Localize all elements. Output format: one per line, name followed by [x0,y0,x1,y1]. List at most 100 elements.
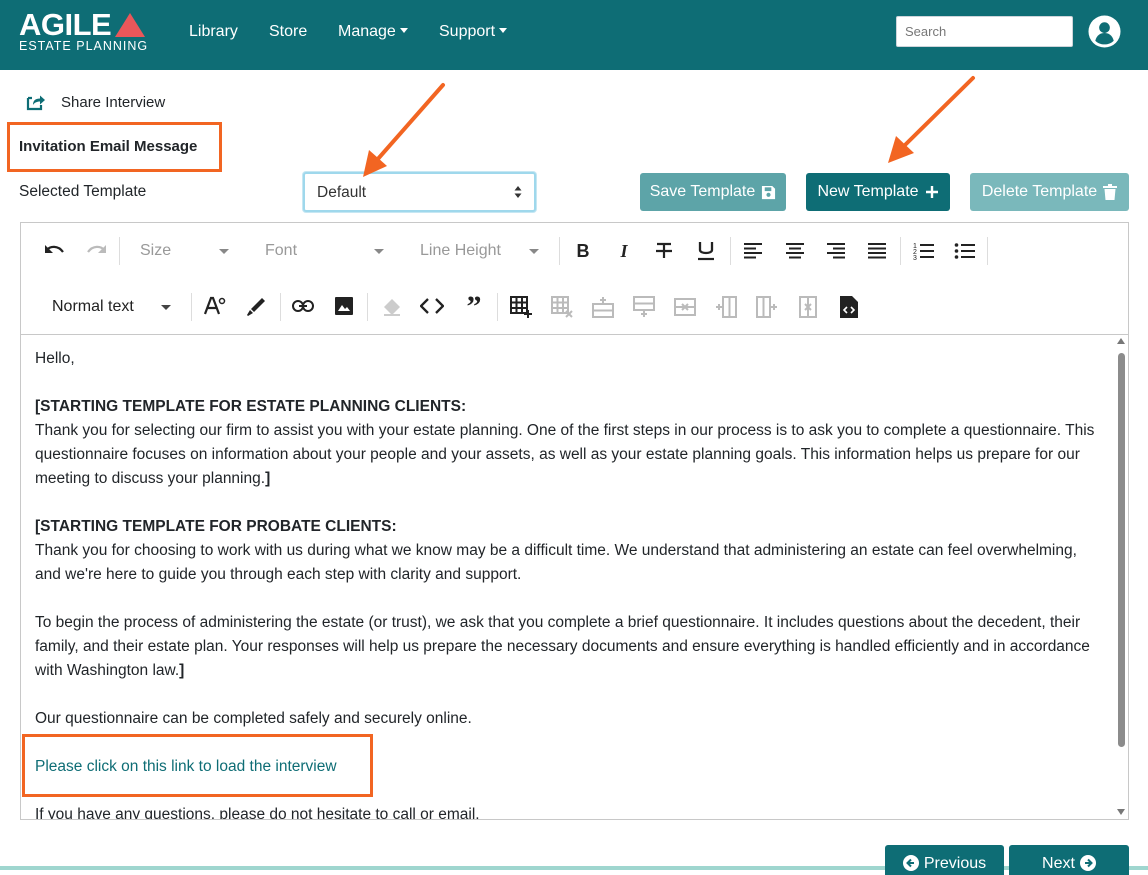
delete-template-button[interactable]: Delete Template [970,173,1129,211]
nav-manage-label: Manage [338,23,396,40]
toolbar-divider [987,237,988,265]
italic-icon[interactable]: I [616,239,632,263]
align-left-icon[interactable] [743,242,763,260]
align-center-icon[interactable] [785,242,805,260]
chevron-down-icon [161,305,171,310]
strikethrough-icon[interactable] [654,241,674,261]
brand-name: AGILE [19,7,112,42]
search-input[interactable] [896,16,1073,47]
save-icon [762,185,776,199]
svg-text:3: 3 [913,255,917,261]
template-select-value: Default [317,184,367,201]
highlight-icon[interactable] [245,296,267,318]
trash-icon [1103,184,1118,200]
insert-column-right-icon [756,296,777,318]
editor-toolbar: Size Font Line Height B I 1 2 3 Normal t… [21,223,1128,335]
scroll-down-icon[interactable] [1117,809,1125,815]
selected-template-label: Selected Template [19,183,147,200]
size-select[interactable]: Size [140,242,171,260]
source-code-icon[interactable] [839,295,859,319]
insert-row-above-icon [592,297,614,318]
toolbar-divider [559,237,560,265]
toolbar-divider [900,237,901,265]
link-icon[interactable] [292,299,314,313]
toolbar-divider [191,293,192,321]
undo-icon[interactable] [43,241,67,261]
bold-icon[interactable]: B [575,239,591,263]
redo-icon [87,245,106,253]
toolbar-divider [497,293,498,321]
save-template-label: Save Template [649,183,756,200]
quote-icon[interactable]: ” [463,290,485,323]
align-justify-icon[interactable] [867,242,887,260]
secure-line: Our questionnaire can be completed safel… [35,710,472,727]
probate-body-2: To begin the process of administering th… [35,614,1090,679]
delete-column-icon [799,296,817,318]
delete-table-icon [551,296,573,318]
probate-heading: [STARTING TEMPLATE FOR PROBATE CLIENTS: [35,518,397,535]
chevron-down-icon [499,27,508,33]
estate-body: Thank you for selecting our firm to assi… [35,422,1095,487]
highlight-box [22,734,373,797]
brand-logo[interactable]: AGILE ESTATE PLANNING [19,9,154,57]
template-select[interactable]: Default [303,172,536,212]
annotation-arrow-icon [888,76,975,163]
chevron-down-icon [399,27,408,33]
previous-button[interactable]: Previous [885,845,1004,875]
next-label: Next [1042,855,1075,872]
questions-line: If you have any questions, please do not… [35,806,480,819]
nav-support-label: Support [439,23,496,40]
toolbar-divider [367,293,368,321]
plus-icon [925,186,938,198]
delete-row-icon [674,298,696,316]
font-color-icon[interactable] [204,296,226,316]
select-arrows-icon [514,186,522,198]
scroll-up-icon[interactable] [1117,338,1125,344]
table-icon[interactable] [510,296,532,318]
scrollbar-thumb[interactable] [1118,353,1125,747]
nav-support[interactable]: Support [439,22,508,42]
bracket-close: ] [179,662,185,679]
arrow-right-circle-icon [1079,855,1096,871]
image-icon[interactable] [335,297,353,315]
align-right-icon[interactable] [826,242,846,260]
code-icon[interactable] [420,297,444,315]
ordered-list-icon[interactable]: 1 2 3 [913,241,935,261]
save-template-button[interactable]: Save Template [640,173,786,211]
previous-label: Previous [923,855,987,872]
nav-manage[interactable]: Manage [338,22,408,42]
estate-heading: [STARTING TEMPLATE FOR ESTATE PLANNING C… [35,398,467,415]
line-height-select[interactable]: Line Height [420,242,501,260]
arrow-left-circle-icon [902,855,919,871]
brand-subtitle: ESTATE PLANNING [19,39,149,53]
new-template-button[interactable]: New Template [806,173,950,211]
share-icon [26,95,45,111]
toolbar-divider [119,237,120,265]
font-select[interactable]: Font [265,242,297,260]
nav-library[interactable]: Library [189,22,238,42]
toolbar-divider [280,293,281,321]
underline-icon[interactable] [696,240,716,262]
rich-text-editor: Size Font Line Height B I 1 2 3 Normal t… [20,222,1129,820]
avatar-icon[interactable] [1088,15,1121,48]
logo-triangle-icon [115,13,145,37]
block-format-select[interactable]: Normal text [52,298,134,316]
unordered-list-icon[interactable] [954,241,976,261]
chevron-down-icon [529,249,539,254]
chevron-down-icon [219,249,229,254]
section-title: Invitation Email Message [19,138,198,155]
eraser-icon [384,299,400,316]
next-button[interactable]: Next [1009,845,1129,875]
toolbar-divider [730,237,731,265]
chevron-down-icon [374,249,384,254]
insert-row-below-icon [633,296,655,317]
editor-scrollbar[interactable] [1115,335,1128,819]
nav-store[interactable]: Store [269,22,307,42]
share-interview-label: Share Interview [61,93,166,111]
insert-column-left-icon [716,296,737,318]
bracket-close: ] [265,470,271,487]
delete-template-label: Delete Template [981,183,1098,200]
share-interview[interactable]: Share Interview [26,91,165,113]
annotation-arrow-icon [363,83,445,177]
top-navbar: AGILE ESTATE PLANNING Library Store Mana… [0,0,1148,70]
